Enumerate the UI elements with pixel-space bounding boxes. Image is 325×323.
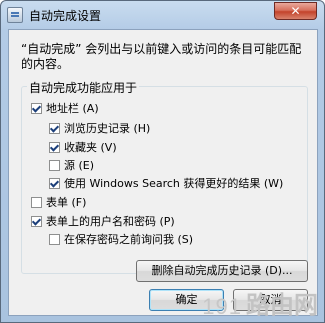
forms-checkbox[interactable] (31, 196, 42, 208)
address-bar-option[interactable]: 地址栏 (A) (31, 100, 99, 116)
description-text: “自动完成” 会列出与以前键入或访问的条目可能匹配的内容。 (21, 42, 302, 71)
browse-history-checkbox[interactable] (49, 122, 60, 134)
watermark-digits: 191 (202, 294, 242, 319)
forms-option[interactable]: 表单 (F) (31, 194, 86, 210)
favorites-option[interactable]: 收藏夹 (V) (49, 139, 117, 155)
ask-before-save-label: 在保存密码之前询问我 (S) (64, 233, 194, 246)
forms-label: 表单 (F) (46, 196, 87, 209)
windows-search-checkbox[interactable] (49, 177, 60, 189)
ask-before-save-checkbox[interactable] (49, 233, 60, 245)
watermark-text: 路由网 (246, 291, 318, 319)
favorites-checkbox[interactable] (49, 141, 60, 153)
close-icon: ✕ (290, 4, 301, 18)
address-bar-checkbox[interactable] (31, 102, 42, 114)
close-button[interactable]: ✕ (274, 2, 317, 20)
dialog-body: “自动完成” 会列出与以前键入或访问的条目可能匹配的内容。 自动完成功能应用于 … (8, 29, 318, 316)
watermark: 191 路由网 (202, 292, 318, 318)
autocomplete-settings-icon (7, 7, 23, 23)
windows-search-label: 使用 Windows Search 获得更好的结果 (W) (64, 177, 284, 190)
feeds-option[interactable]: 源 (E) (49, 157, 94, 173)
browse-history-option[interactable]: 浏览历史记录 (H) (49, 120, 150, 136)
windows-search-option[interactable]: 使用 Windows Search 获得更好的结果 (W) (49, 175, 283, 191)
address-bar-label: 地址栏 (A) (46, 102, 99, 115)
favorites-label: 收藏夹 (V) (64, 141, 117, 154)
ask-before-save-option[interactable]: 在保存密码之前询问我 (S) (49, 231, 193, 247)
window-title: 自动完成设置 (29, 9, 102, 23)
usernames-passwords-label: 表单上的用户名和密码 (P) (46, 215, 175, 228)
autocomplete-settings-dialog: 自动完成设置 ✕ “自动完成” 会列出与以前键入或访问的条目可能匹配的内容。 自… (0, 0, 325, 323)
group-label: 自动完成功能应用于 (27, 79, 140, 96)
usernames-passwords-option[interactable]: 表单上的用户名和密码 (P) (31, 213, 175, 229)
usernames-passwords-checkbox[interactable] (31, 215, 42, 227)
feeds-label: 源 (E) (64, 159, 95, 172)
browse-history-label: 浏览历史记录 (H) (64, 122, 151, 135)
title-bar[interactable]: 自动完成设置 ✕ (1, 1, 324, 29)
delete-autocomplete-history-button[interactable]: 删除自动完成历史记录 (D)... (136, 260, 308, 282)
feeds-checkbox[interactable] (49, 159, 60, 171)
